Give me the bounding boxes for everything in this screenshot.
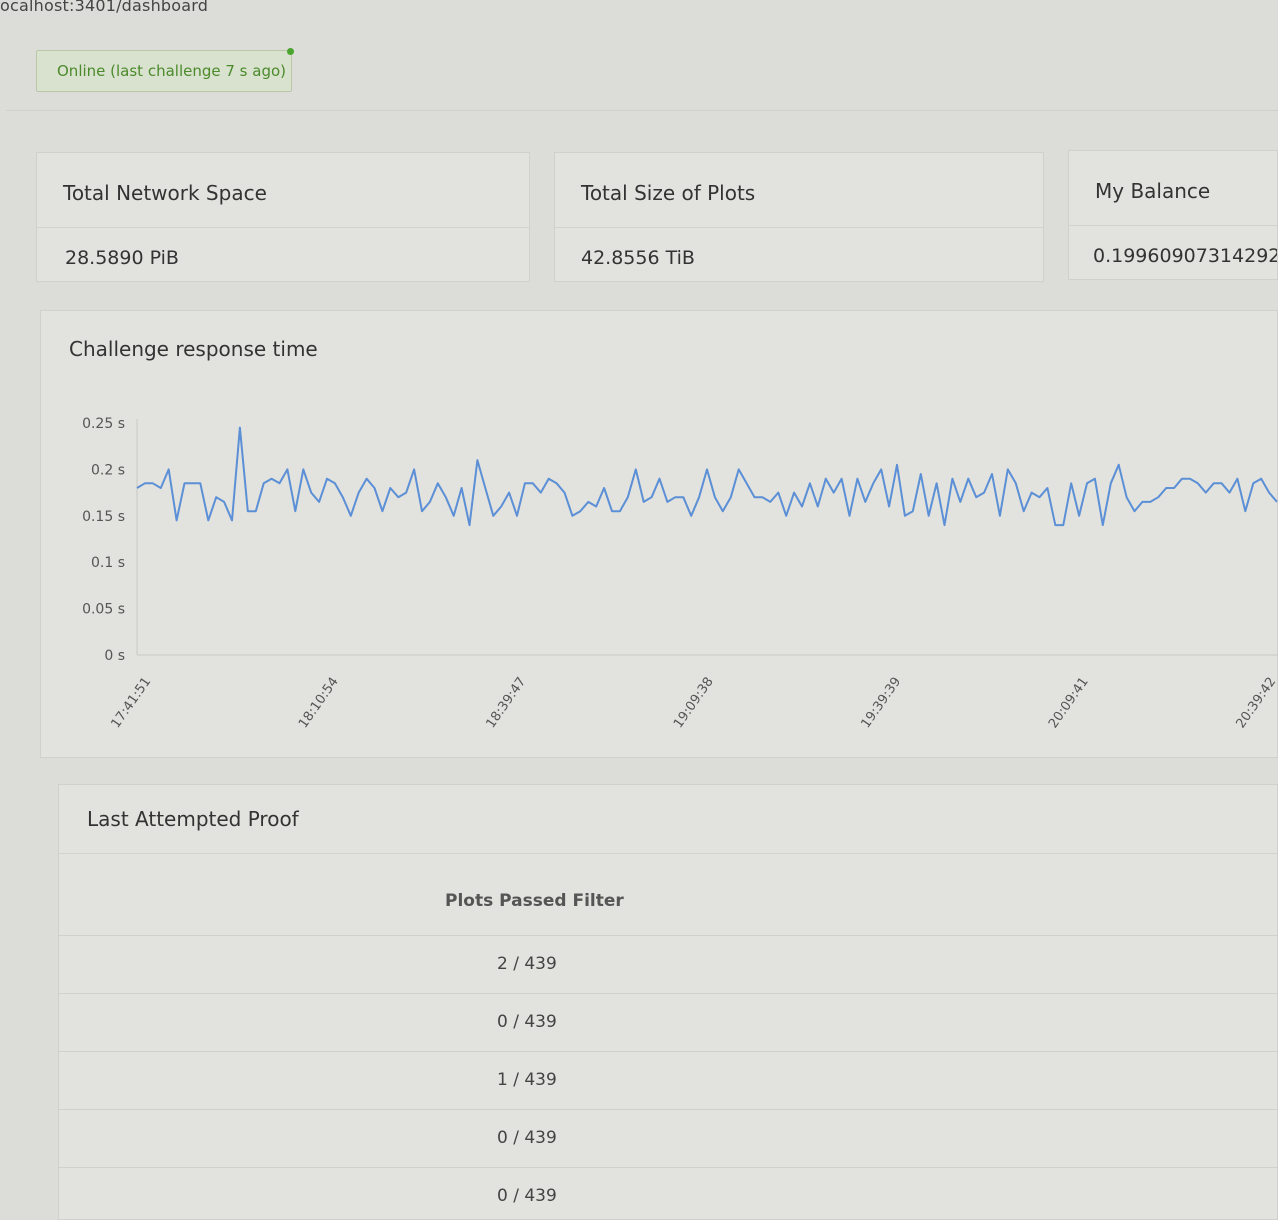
table-row: 0 / 439 — [59, 1109, 1277, 1168]
y-tick-label: 0.05 s — [82, 602, 125, 618]
x-tick-label: 20:09:41 — [1046, 675, 1092, 731]
table-cell: 1 / 439 — [497, 1070, 557, 1090]
status-label: Online (last challenge 7 s ago) — [57, 62, 286, 80]
status-bar: Online (last challenge 7 s ago) — [6, 28, 1278, 111]
stat-title: Total Size of Plots — [581, 181, 756, 205]
divider — [1069, 225, 1277, 226]
stat-value: 0.19960907314292 — [1093, 245, 1278, 267]
divider — [555, 227, 1043, 228]
table-row: 0 / 439 — [59, 1167, 1277, 1219]
table-cell: 0 / 439 — [497, 1012, 557, 1032]
proof-title: Last Attempted Proof — [87, 807, 299, 831]
stat-card-balance: My Balance 0.19960907314292 — [1068, 150, 1278, 280]
proof-card: Last Attempted Proof Plots Passed Filter… — [58, 784, 1278, 1220]
status-badge: Online (last challenge 7 s ago) — [36, 48, 294, 92]
stat-value: 42.8556 TiB — [581, 247, 695, 269]
y-tick-label: 0 s — [104, 648, 125, 664]
x-tick-label: 19:39:39 — [858, 675, 904, 731]
column-header-plots-passed: Plots Passed Filter — [445, 891, 624, 911]
divider — [37, 227, 529, 228]
y-tick-label: 0.15 s — [82, 509, 125, 525]
stat-value: 28.5890 PiB — [65, 247, 179, 269]
x-tick-label: 20:39:42 — [1233, 675, 1278, 731]
table-row: 0 / 439 — [59, 993, 1277, 1052]
status-dot-icon — [287, 48, 294, 55]
table-cell: 2 / 439 — [497, 954, 557, 974]
x-tick-label: 17:41:51 — [108, 675, 154, 731]
table-row: 2 / 439 — [59, 935, 1277, 994]
table-cell: 0 / 439 — [497, 1128, 557, 1148]
table-cell: 0 / 439 — [497, 1186, 557, 1206]
divider — [59, 853, 1277, 854]
x-tick-label: 18:10:54 — [296, 675, 342, 731]
chart-card: Challenge response time 0.25 s 0.2 s 0.15 … — [40, 310, 1278, 758]
series-line — [136, 426, 1278, 527]
y-tick-label: 0.25 s — [82, 416, 125, 432]
browser-url[interactable]: ocalhost:3401/dashboard — [0, 0, 208, 15]
stat-title: Total Network Space — [63, 181, 267, 205]
y-tick-label: 0.2 s — [91, 462, 125, 478]
x-tick-label: 18:39:47 — [483, 675, 529, 731]
stat-card-network-space: Total Network Space 28.5890 PiB — [36, 152, 530, 282]
response-time-chart: 0.25 s 0.2 s 0.15 s 0.1 s 0.05 s 0 s 17:41:51 1… — [82, 416, 1278, 731]
stat-card-plot-size: Total Size of Plots 42.8556 TiB — [554, 152, 1044, 282]
y-tick-label: 0.1 s — [91, 555, 125, 571]
x-tick-label: 19:09:38 — [671, 675, 717, 731]
stat-title: My Balance — [1095, 179, 1211, 203]
table-row: 1 / 439 — [59, 1051, 1277, 1110]
